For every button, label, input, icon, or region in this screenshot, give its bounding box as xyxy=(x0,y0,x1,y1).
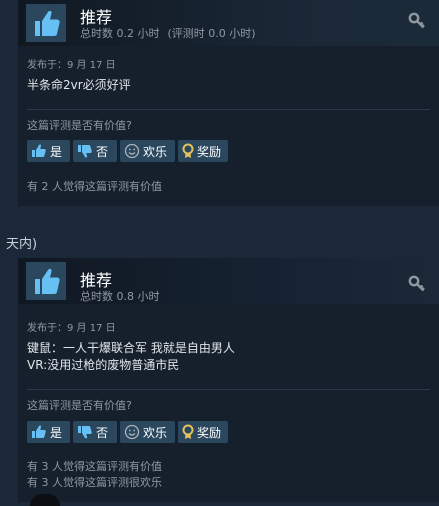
award-button[interactable]: 奖励 xyxy=(178,140,228,162)
found-helpful: 有 2 人觉得这篇评测有价值 xyxy=(27,180,162,193)
section-fragment-text: 天内) xyxy=(6,237,38,252)
vote-funny-button[interactable]: 欢乐 xyxy=(120,140,175,162)
vote-funny-label: 欢乐 xyxy=(143,144,168,159)
helpful-question: 这篇评测是否有价值? xyxy=(27,119,132,132)
hours-at-review: (评测时 0.0 小时) xyxy=(167,27,256,40)
helpful-question: 这篇评测是否有价值? xyxy=(27,399,132,412)
content-line: VR:没用过枪的废物普通市民 xyxy=(27,358,180,372)
posted-date: 发布于：9 月 17 日 xyxy=(27,60,116,71)
thumbs-down-icon xyxy=(78,145,92,158)
vote-yes-label: 是 xyxy=(50,144,63,159)
avatar xyxy=(30,494,60,506)
divider xyxy=(27,109,430,110)
content-line: 键鼠：一人干爆联合军 我就是自由男人 xyxy=(27,341,235,355)
award-label: 奖励 xyxy=(197,144,222,159)
found-helpful: 有 3 人觉得这篇评测有价值 xyxy=(27,460,162,473)
review-header: 推荐 总时数 0.2 小时 (评测时 0.0 小时) xyxy=(18,0,439,46)
divider xyxy=(27,389,430,390)
smiley-icon xyxy=(124,143,140,159)
total-hours: 总时数 0.8 小时 xyxy=(80,290,160,303)
vote-no-button[interactable]: 否 xyxy=(73,140,117,162)
thumbs-up-icon xyxy=(32,425,46,438)
total-hours: 总时数 0.2 小时 xyxy=(80,27,160,40)
review-card: 推荐 总时数 0.2 小时 (评测时 0.0 小时) 发布于：9 月 17 日 半… xyxy=(18,0,439,206)
vote-funny-button[interactable]: 欢乐 xyxy=(120,421,175,443)
award-button[interactable]: 奖励 xyxy=(178,421,228,443)
thumbs-down-icon xyxy=(78,426,92,439)
product-key-icon xyxy=(408,12,425,29)
vote-yes-button[interactable]: 是 xyxy=(27,421,70,443)
vote-yes-button[interactable]: 是 xyxy=(27,140,70,162)
vote-funny-label: 欢乐 xyxy=(143,425,168,440)
review-card: 推荐 总时数 0.8 小时 发布于：9 月 17 日 键鼠：一人干爆联合军 我就… xyxy=(18,258,439,502)
review-header: 推荐 总时数 0.8 小时 xyxy=(18,258,439,304)
review-content: 键鼠：一人干爆联合军 我就是自由男人 VR:没用过枪的废物普通市民 xyxy=(27,340,235,374)
vote-no-label: 否 xyxy=(96,144,109,159)
playtime: 总时数 0.2 小时 (评测时 0.0 小时) xyxy=(80,25,256,41)
posted-date: 发布于：9 月 17 日 xyxy=(27,323,116,334)
thumbs-up-icon xyxy=(32,144,46,157)
vote-no-button[interactable]: 否 xyxy=(73,421,117,443)
award-icon xyxy=(182,143,194,158)
award-icon xyxy=(182,424,194,439)
thumbs-up-icon[interactable] xyxy=(26,262,66,300)
vote-no-label: 否 xyxy=(96,425,109,440)
award-label: 奖励 xyxy=(197,425,222,440)
content-line: 半条命2vr必须好评 xyxy=(27,78,131,92)
vote-yes-label: 是 xyxy=(50,425,63,440)
found-funny: 有 3 人觉得这篇评测很欢乐 xyxy=(27,476,162,489)
review-content: 半条命2vr必须好评 xyxy=(27,77,131,94)
thumbs-up-icon[interactable] xyxy=(26,4,66,42)
product-key-icon xyxy=(408,275,425,292)
smiley-icon xyxy=(124,424,140,440)
